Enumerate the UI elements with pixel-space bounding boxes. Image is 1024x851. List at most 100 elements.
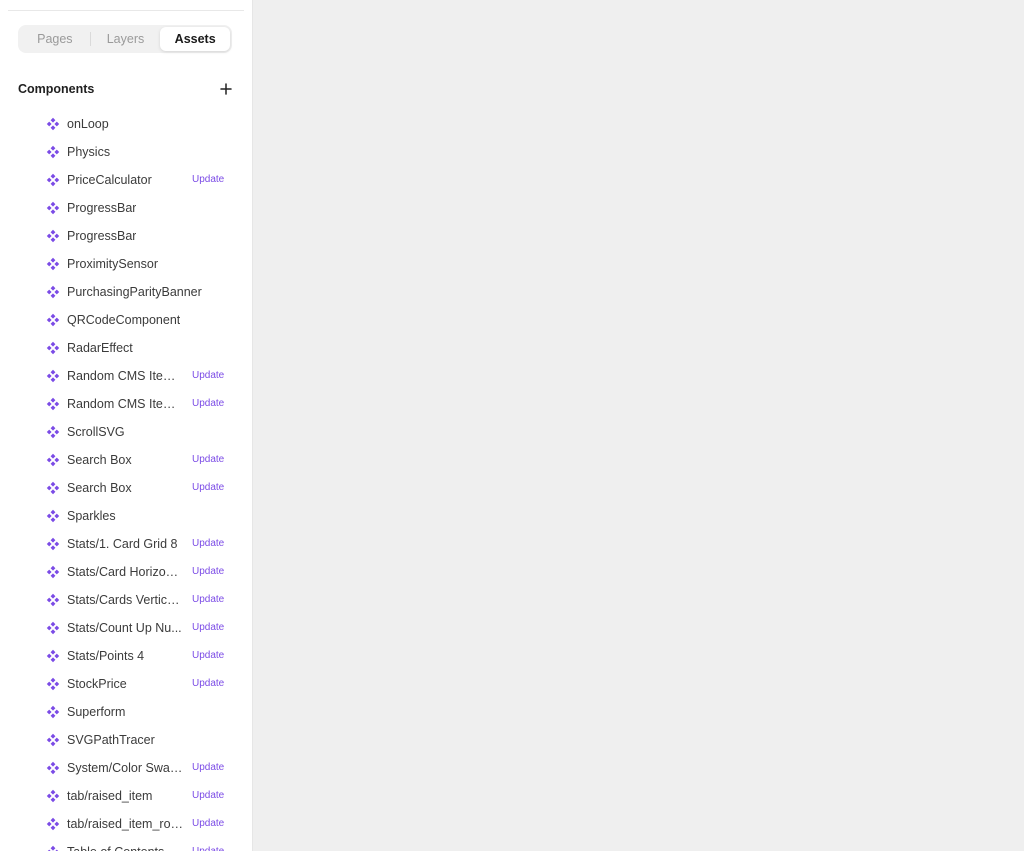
component-item[interactable]: Stats/Cards Vertical 3 Update (0, 586, 252, 614)
component-item[interactable]: Sparkles (0, 502, 252, 530)
update-button[interactable]: Update (192, 614, 224, 642)
update-button[interactable]: Update (192, 838, 224, 851)
update-button[interactable]: Update (192, 166, 224, 194)
component-label: Physics (67, 145, 111, 159)
component-label: ScrollSVG (67, 425, 125, 439)
component-label: Table of Contents (67, 838, 164, 851)
component-item[interactable]: tab/raised_item Update (0, 782, 252, 810)
component-icon (46, 621, 60, 635)
component-icon (46, 201, 60, 215)
component-item[interactable]: ProgressBar (0, 194, 252, 222)
component-label: Stats/Cards Vertical 3 (67, 593, 185, 607)
component-label: Random CMS Items... (67, 369, 185, 383)
component-item[interactable]: Stats/Card Horizont... Update (0, 558, 252, 586)
component-icon (46, 257, 60, 271)
component-icon (46, 453, 60, 467)
component-item[interactable]: Search Box Update (0, 474, 252, 502)
component-item[interactable]: QRCodeComponent (0, 306, 252, 334)
component-item[interactable]: Stats/Count Up Nu... Update (0, 614, 252, 642)
component-icon (46, 845, 60, 851)
component-label: QRCodeComponent (67, 313, 181, 327)
component-icon (46, 817, 60, 831)
component-label: Stats/Points 4 (67, 649, 145, 663)
component-label: Stats/1. Card Grid 8 (67, 537, 178, 551)
update-button[interactable]: Update (192, 474, 224, 502)
component-icon (46, 145, 60, 159)
top-divider (8, 10, 244, 11)
component-item[interactable]: Search Box Update (0, 446, 252, 474)
component-item[interactable]: StockPrice Update (0, 670, 252, 698)
component-item[interactable]: System/Color Swatch Update (0, 754, 252, 782)
component-label: SVGPathTracer (67, 733, 155, 747)
component-icon (46, 593, 60, 607)
component-label: RadarEffect (67, 341, 133, 355)
component-label: PriceCalculator (67, 173, 152, 187)
component-item[interactable]: Random CMS Items... Update (0, 390, 252, 418)
component-item[interactable]: RadarEffect (0, 334, 252, 362)
component-label: ProgressBar (67, 201, 137, 215)
component-label: Search Box (67, 481, 132, 495)
component-icon (46, 397, 60, 411)
component-label: tab/raised_item (67, 789, 153, 803)
component-icon (46, 173, 60, 187)
update-button[interactable]: Update (192, 642, 224, 670)
update-button[interactable]: Update (192, 782, 224, 810)
component-label: Superform (67, 705, 126, 719)
component-icon (46, 481, 60, 495)
component-item[interactable]: Random CMS Items... Update (0, 362, 252, 390)
update-button[interactable]: Update (192, 754, 224, 782)
canvas-area[interactable] (253, 0, 1024, 851)
component-icon (46, 117, 60, 131)
update-button[interactable]: Update (192, 446, 224, 474)
component-label: ProximitySensor (67, 257, 158, 271)
update-button[interactable]: Update (192, 362, 224, 390)
component-icon (46, 341, 60, 355)
update-button[interactable]: Update (192, 558, 224, 586)
component-icon (46, 705, 60, 719)
app-window: Pages Layers Assets Components onLoop Phy… (0, 0, 1024, 851)
component-item[interactable]: Table of Contents Update (0, 838, 252, 851)
components-title: Components (18, 82, 95, 96)
update-button[interactable]: Update (192, 586, 224, 614)
tab-layers[interactable]: Layers (91, 27, 161, 51)
component-item[interactable]: Superform (0, 698, 252, 726)
component-item[interactable]: ProgressBar (0, 222, 252, 250)
component-icon (46, 761, 60, 775)
tab-pages[interactable]: Pages (20, 27, 90, 51)
component-label: System/Color Swatch (67, 761, 185, 775)
component-icon (46, 313, 60, 327)
component-item[interactable]: SVGPathTracer (0, 726, 252, 754)
component-icon (46, 509, 60, 523)
component-icon (46, 789, 60, 803)
component-label: Stats/Count Up Nu... (67, 621, 182, 635)
component-label: tab/raised_item_rou... (67, 817, 185, 831)
component-item[interactable]: Stats/Points 4 Update (0, 642, 252, 670)
component-item[interactable]: ScrollSVG (0, 418, 252, 446)
update-button[interactable]: Update (192, 810, 224, 838)
plus-icon[interactable] (218, 81, 234, 97)
component-label: PurchasingParityBanner (67, 285, 202, 299)
component-label: ProgressBar (67, 229, 137, 243)
component-icon (46, 677, 60, 691)
component-label: Random CMS Items... (67, 397, 185, 411)
update-button[interactable]: Update (192, 390, 224, 418)
component-item[interactable]: onLoop (0, 110, 252, 138)
component-item[interactable]: PurchasingParityBanner (0, 278, 252, 306)
component-icon (46, 369, 60, 383)
component-item[interactable]: PriceCalculator Update (0, 166, 252, 194)
component-icon (46, 537, 60, 551)
component-item[interactable]: tab/raised_item_rou... Update (0, 810, 252, 838)
tab-assets[interactable]: Assets (160, 27, 231, 51)
update-button[interactable]: Update (192, 530, 224, 558)
component-icon (46, 285, 60, 299)
component-item[interactable]: Physics (0, 138, 252, 166)
component-item[interactable]: ProximitySensor (0, 250, 252, 278)
update-button[interactable]: Update (192, 670, 224, 698)
component-icon (46, 229, 60, 243)
component-label: Stats/Card Horizont... (67, 565, 185, 579)
component-icon (46, 565, 60, 579)
component-label: onLoop (67, 117, 109, 131)
component-icon (46, 649, 60, 663)
component-icon (46, 425, 60, 439)
component-item[interactable]: Stats/1. Card Grid 8 Update (0, 530, 252, 558)
